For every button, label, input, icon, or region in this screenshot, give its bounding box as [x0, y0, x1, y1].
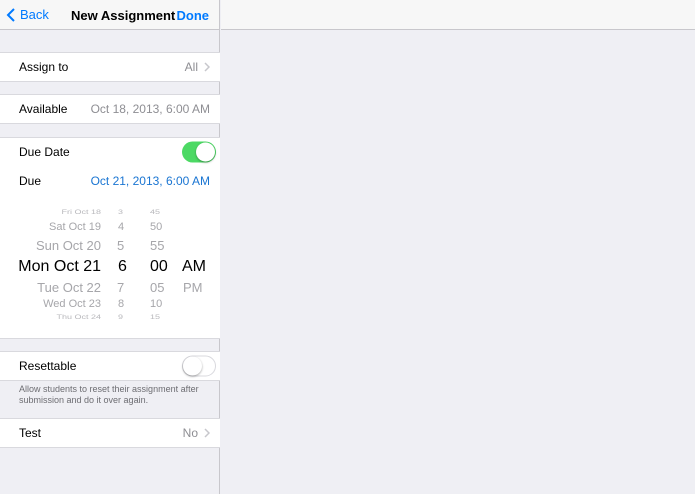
- due-date-row: Due Date: [0, 137, 220, 167]
- picker-date-option: Wed Oct 23: [43, 298, 101, 310]
- picker-hour-selected: 6: [118, 258, 127, 275]
- hour-wheel[interactable]: 3 4 5 6 7 8 9: [112, 195, 132, 338]
- picker-hour-option: 5: [117, 238, 125, 253]
- picker-hour-option: 7: [117, 280, 125, 295]
- test-value-text: No: [182, 426, 198, 440]
- picker-date-option: Sat Oct 19: [49, 221, 101, 233]
- picker-hour-option: 4: [118, 221, 125, 233]
- available-value: Oct 18, 2013, 6:00 AM: [90, 102, 210, 116]
- test-row[interactable]: Test No: [0, 418, 220, 448]
- picker-date-selected: Mon Oct 21: [18, 258, 101, 275]
- due-date-label: Due Date: [19, 145, 70, 159]
- picker-minute-option: 45: [150, 208, 161, 216]
- resettable-row: Resettable: [0, 351, 220, 381]
- due-date-toggle[interactable]: [182, 141, 216, 163]
- done-button[interactable]: Done: [177, 8, 210, 23]
- toggle-knob: [196, 142, 215, 162]
- resettable-label: Resettable: [19, 359, 77, 373]
- picker-hour-option: 3: [118, 208, 124, 216]
- detail-pane: [221, 0, 695, 494]
- test-label: Test: [19, 426, 42, 440]
- ampm-wheel[interactable]: AM PM: [182, 195, 212, 338]
- due-value: Oct 21, 2013, 6:00 AM: [90, 173, 210, 188]
- available-row[interactable]: Available Oct 18, 2013, 6:00 AM: [0, 94, 220, 124]
- picker-minute-option: 50: [150, 221, 163, 233]
- available-label: Available: [19, 102, 68, 116]
- chevron-left-icon: [6, 7, 15, 22]
- test-value: No: [183, 426, 210, 440]
- navigation-bar: Back New Assignment Done: [0, 0, 219, 30]
- picker-minute-option: 05: [150, 280, 165, 295]
- picker-date-option: Thu Oct 24: [56, 313, 101, 321]
- chevron-right-icon: [204, 428, 210, 438]
- due-row[interactable]: Due Oct 21, 2013, 6:00 AM: [0, 166, 220, 196]
- page-title: New Assignment: [71, 8, 176, 23]
- due-label: Due: [19, 173, 42, 188]
- back-button[interactable]: Back: [6, 7, 49, 22]
- detail-navigation-bar: [221, 0, 695, 30]
- minute-wheel[interactable]: 45 50 55 00 05 10 15: [146, 195, 170, 338]
- back-label: Back: [20, 7, 49, 22]
- assign-to-label: Assign to: [19, 60, 69, 74]
- chevron-right-icon: [204, 62, 210, 72]
- picker-minute-option: 55: [150, 238, 165, 253]
- picker-date-option: Tue Oct 22: [37, 280, 101, 295]
- picker-hour-option: 9: [118, 313, 124, 321]
- picker-minute-selected: 00: [150, 258, 168, 275]
- picker-ampm-option: PM: [183, 280, 203, 295]
- toggle-knob: [183, 356, 202, 376]
- assign-to-row[interactable]: Assign to All: [0, 52, 220, 82]
- picker-ampm-selected: AM: [182, 258, 206, 275]
- picker-minute-option: 15: [150, 313, 161, 321]
- assign-to-value: All: [185, 60, 210, 74]
- picker-minute-option: 10: [150, 298, 163, 310]
- picker-date-option: Fri Oct 18: [61, 208, 101, 216]
- date-time-picker[interactable]: Fri Oct 18 Sat Oct 19 Sun Oct 20 Mon Oct…: [0, 195, 220, 339]
- picker-hour-option: 8: [118, 298, 125, 310]
- date-wheel[interactable]: Fri Oct 18 Sat Oct 19 Sun Oct 20 Mon Oct…: [0, 195, 101, 338]
- resettable-toggle[interactable]: [182, 355, 216, 377]
- resettable-note: Allow students to reset their assignment…: [19, 384, 199, 405]
- picker-date-option: Sun Oct 20: [35, 238, 101, 253]
- assign-to-value-text: All: [184, 60, 198, 74]
- assignment-panel: Back New Assignment Done Assign to All A…: [0, 0, 220, 494]
